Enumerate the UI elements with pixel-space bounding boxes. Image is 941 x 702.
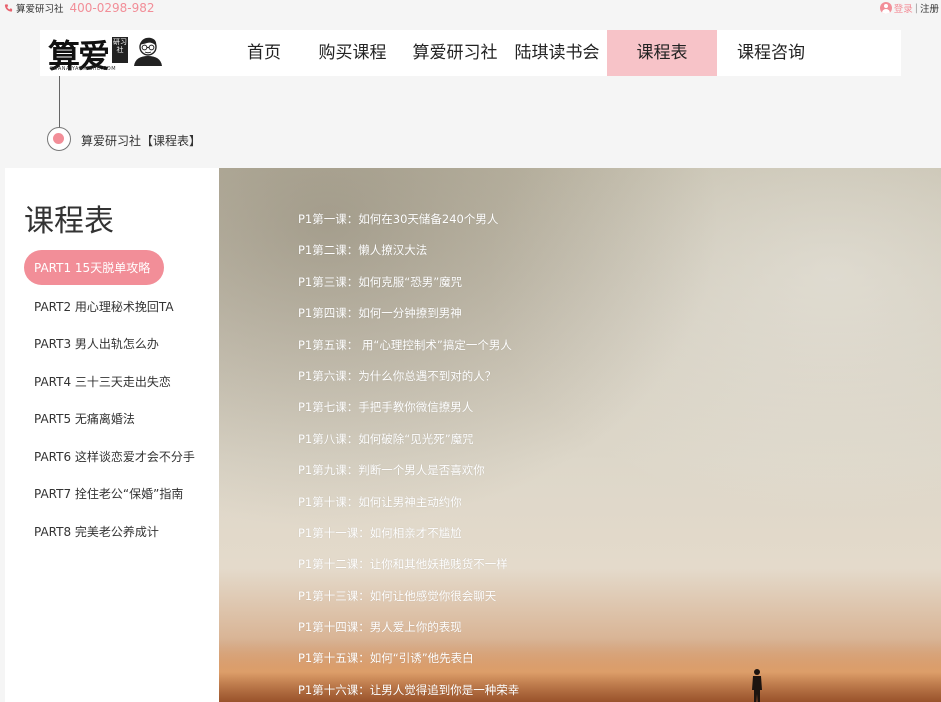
sidebar-title: 课程表 [24, 204, 114, 239]
nav-item-book-club[interactable]: 陆琪读书会 [507, 30, 607, 76]
part-item-5[interactable]: PART5 无痛离婚法 [24, 400, 214, 438]
lesson-item[interactable]: P1第九课：判断一个男人是否喜欢你 [298, 455, 519, 486]
lesson-item[interactable]: P1第四课：如何一分钟撩到男神 [298, 298, 519, 329]
part-item-7[interactable]: PART7 拴住老公“保婚”指南 [24, 475, 214, 513]
breadcrumb-line [59, 76, 60, 128]
logo-seal: 研习社 [112, 37, 128, 63]
nav-item-buy-courses[interactable]: 购买课程 [302, 30, 403, 76]
lesson-item[interactable]: P1第十二课：让你和其他妖艳贱货不一样 [298, 549, 519, 580]
site-logo[interactable]: 算爱 研习社 SUANAIYANXISHE.COM [48, 33, 168, 75]
lesson-item[interactable]: P1第八课：如何破除“见光死”魔咒 [298, 424, 519, 455]
person-silhouette-icon [752, 669, 762, 702]
nav-items: 首页 购买课程 算爱研习社 陆琪读书会 课程表 课程咨询 [226, 30, 825, 76]
nav-item-study-club[interactable]: 算爱研习社 [403, 30, 507, 76]
top-bar: 算爱研习社 400-0298-982 登录 | 注册 [0, 0, 941, 16]
lesson-item[interactable]: P1第十课：如何让男神主动约你 [298, 487, 519, 518]
lesson-item[interactable]: P1第十六课：让男人觉得追到你是一种荣幸 [298, 675, 519, 702]
course-sidebar: 课程表 PART1 15天脱单攻略 PART2 用心理秘术挽回TA PART3 … [5, 168, 219, 702]
lesson-item[interactable]: P1第七课：手把手教你微信撩男人 [298, 392, 519, 423]
part-list: PART1 15天脱单攻略 PART2 用心理秘术挽回TA PART3 男人出轨… [24, 250, 214, 550]
part-item-3[interactable]: PART3 男人出轨怎么办 [24, 325, 214, 363]
lesson-item[interactable]: P1第六课：为什么你总遇不到对的人？ [298, 361, 519, 392]
part-item-4[interactable]: PART4 三十三天走出失恋 [24, 363, 214, 401]
brand-name: 算爱研习社 [16, 4, 64, 15]
phone-number: 400-0298-982 [69, 0, 155, 15]
auth-links: 登录 | 注册 [879, 1, 939, 15]
user-icon [879, 2, 892, 14]
auth-separator: | [914, 2, 918, 14]
logo-avatar-icon [134, 37, 162, 66]
breadcrumb-dot-icon [47, 127, 71, 151]
breadcrumb: 算爱研习社【课程表】 [81, 134, 202, 148]
register-link[interactable]: 注册 [920, 1, 939, 15]
part-item-1[interactable]: PART1 15天脱单攻略 [24, 250, 164, 285]
lesson-item[interactable]: P1第十一课：如何相亲才不尴尬 [298, 518, 519, 549]
lesson-item[interactable]: P1第五课： 用“心理控制术”搞定一个男人 [298, 330, 519, 361]
login-link[interactable]: 登录 [894, 1, 913, 15]
part-item-2[interactable]: PART2 用心理秘术挽回TA [24, 288, 214, 326]
lesson-panel: P1第一课：如何在30天储备240个男人 P1第二课：懒人撩汉大法 P1第三课：… [219, 168, 941, 702]
phone-icon [4, 4, 13, 12]
main-nav: 算爱 研习社 SUANAIYANXISHE.COM 首页 购买课程 算爱研习社 … [40, 30, 901, 76]
top-bar-brand: 算爱研习社 400-0298-982 [4, 1, 155, 15]
lesson-item[interactable]: P1第三课：如何克服“恐男”魔咒 [298, 267, 519, 298]
lesson-item[interactable]: P1第一课：如何在30天储备240个男人 [298, 204, 519, 235]
lesson-item[interactable]: P1第十五课：如何“引诱”他先表白 [298, 643, 519, 674]
lesson-list: P1第一课：如何在30天储备240个男人 P1第二课：懒人撩汉大法 P1第三课：… [298, 204, 519, 702]
nav-item-schedule[interactable]: 课程表 [607, 30, 717, 76]
part-item-6[interactable]: PART6 这样谈恋爱才会不分手 [24, 438, 214, 476]
nav-item-consult[interactable]: 课程咨询 [717, 30, 825, 76]
part-item-8[interactable]: PART8 完美老公养成计 [24, 513, 214, 551]
nav-item-home[interactable]: 首页 [226, 30, 302, 76]
lesson-item[interactable]: P1第十三课：如何让他感觉你很会聊天 [298, 581, 519, 612]
lesson-item[interactable]: P1第二课：懒人撩汉大法 [298, 235, 519, 266]
logo-subtext: SUANAIYANXISHE.COM [50, 66, 117, 72]
lesson-item[interactable]: P1第十四课：男人爱上你的表现 [298, 612, 519, 643]
